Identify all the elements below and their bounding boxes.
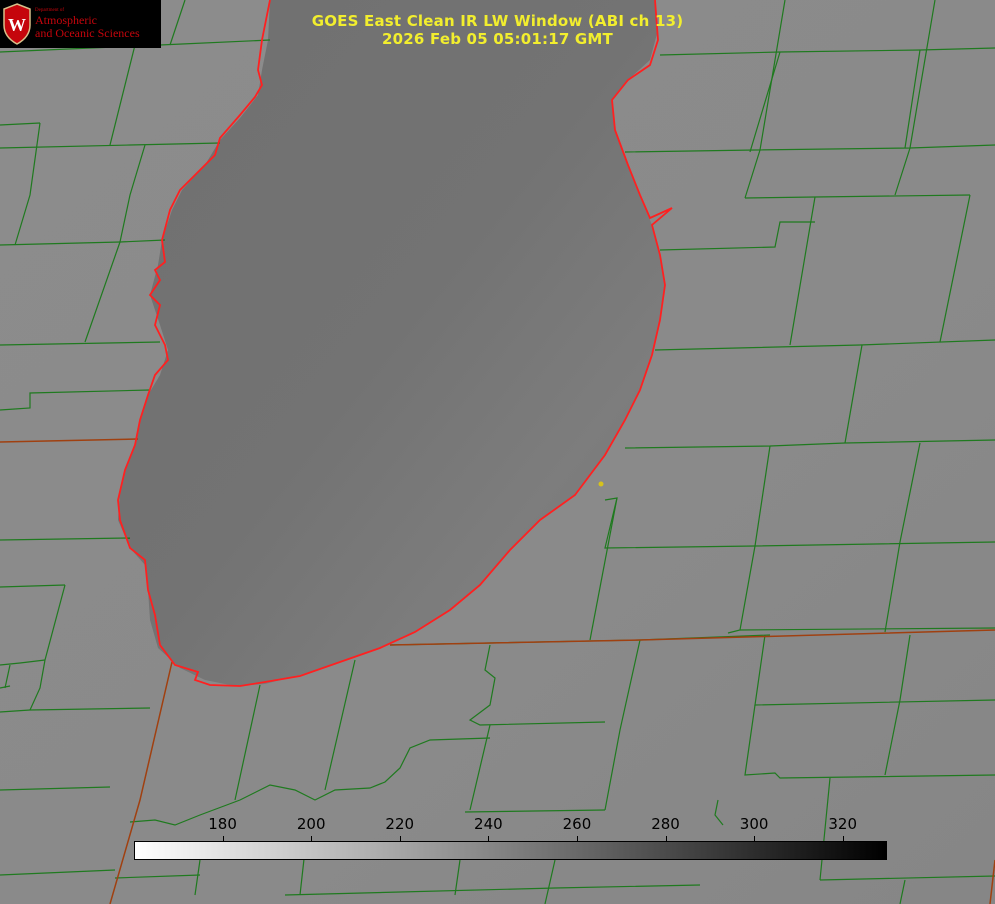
colorbar-tick-label: 180 [208, 815, 237, 833]
colorbar-tick-label: 260 [562, 815, 592, 833]
colorbar-tick-label: 300 [739, 815, 769, 833]
colorbar-tick-mark [665, 836, 667, 842]
colorbar-tick-mark [842, 836, 844, 842]
colorbar-gradient [135, 842, 886, 859]
colorbar-tick-mark [399, 836, 401, 842]
colorbar-tick-label: 240 [474, 815, 503, 833]
colorbar-tick-mark [488, 836, 490, 842]
location-marker [598, 481, 604, 487]
colorbar-tick-label: 220 [385, 815, 415, 833]
colorbar-tick-mark [311, 836, 313, 842]
satellite-image-viewer: W Department of Atmospheric and Oceanic … [0, 0, 995, 904]
colorbar [134, 841, 887, 860]
image-title: GOES East Clean IR LW Window (ABI ch 13) [311, 12, 684, 30]
ir-satellite-map [0, 0, 995, 904]
colorbar-tick-label: 200 [296, 815, 326, 833]
colorbar-tick-label: 320 [828, 815, 858, 833]
image-timestamp: 2026 Feb 05 05:01:17 GMT [382, 30, 613, 48]
colorbar-tick-label: 280 [651, 815, 680, 833]
colorbar-tick-mark [576, 836, 578, 842]
colorbar-tick-mark [754, 836, 756, 842]
colorbar-tick-mark [222, 836, 224, 842]
